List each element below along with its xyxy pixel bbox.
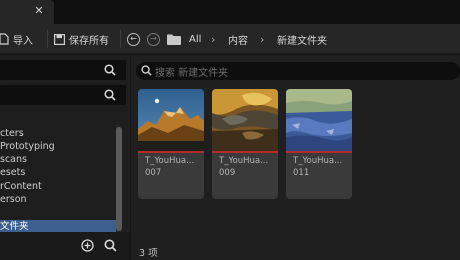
- add-circle-icon[interactable]: [81, 239, 94, 252]
- asset-type-bar: [212, 151, 278, 153]
- breadcrumb-new-folder[interactable]: 新建文件夹: [277, 31, 327, 47]
- asset-search-input[interactable]: 搜索 新建文件夹: [136, 62, 460, 80]
- asset-thumbnail: [286, 89, 352, 151]
- tree-item[interactable]: scans: [0, 153, 27, 166]
- save-icon: [54, 33, 65, 45]
- scrollbar-thumb[interactable]: [116, 127, 122, 231]
- folder-search-field[interactable]: [0, 85, 126, 105]
- save-all-label: 保存所有: [69, 35, 109, 47]
- item-count: 3 项: [139, 248, 158, 259]
- back-button[interactable]: ←: [127, 31, 140, 47]
- forward-arrow-icon: →: [147, 32, 160, 46]
- search-icon[interactable]: [104, 239, 117, 252]
- asset-name-suffix: 011: [293, 168, 310, 178]
- close-icon[interactable]: ✕: [33, 5, 45, 17]
- tree-item[interactable]: erson: [0, 193, 27, 206]
- import-icon: [0, 33, 9, 45]
- breadcrumb-all[interactable]: All: [189, 31, 201, 47]
- asset-type-bar: [286, 151, 352, 153]
- breadcrumb-label: 内容: [228, 35, 248, 47]
- forward-button[interactable]: →: [147, 31, 160, 47]
- asset-name-suffix: 007: [145, 168, 162, 178]
- folder-icon: [167, 34, 181, 45]
- sources-search-field[interactable]: [0, 60, 126, 80]
- asset-thumbnail: [138, 89, 204, 151]
- asset-tile[interactable]: T_YouHua... 011: [286, 89, 352, 199]
- tab-bar: ✕: [0, 0, 460, 24]
- sources-panel: cters Prototyping scans esets rContent e…: [0, 55, 130, 260]
- breadcrumb-content[interactable]: 内容: [228, 31, 248, 47]
- chevron-right-icon[interactable]: ›: [260, 31, 264, 47]
- content-browser-tab[interactable]: ✕: [0, 0, 54, 24]
- tree-item[interactable]: Prototyping: [0, 140, 55, 153]
- asset-name: T_YouHua...: [219, 156, 269, 166]
- tree-item[interactable]: esets: [0, 166, 25, 179]
- tree-item[interactable]: cters: [0, 127, 24, 140]
- toolbar-divider: [120, 30, 121, 48]
- search-icon[interactable]: [104, 64, 116, 76]
- search-placeholder: 搜索 新建文件夹: [155, 68, 229, 79]
- breadcrumb-label: 新建文件夹: [277, 35, 327, 47]
- sources-footer: [0, 232, 130, 260]
- folder-button[interactable]: [167, 31, 181, 47]
- asset-type-bar: [138, 151, 204, 153]
- tree-item[interactable]: rContent: [0, 180, 42, 193]
- search-icon: [141, 65, 152, 76]
- chevron-right-icon[interactable]: ›: [211, 31, 215, 47]
- asset-name: T_YouHua...: [145, 156, 195, 166]
- import-button[interactable]: 导入: [0, 31, 33, 47]
- asset-name: T_YouHua...: [293, 156, 343, 166]
- toolbar: 导入 保存所有 ← → All › 内容 › 新建文件夹: [0, 24, 460, 54]
- search-icon[interactable]: [104, 89, 116, 101]
- breadcrumb-label: All: [189, 33, 202, 45]
- asset-view: 搜索 新建文件夹 T_YouHua... 007 T_YouHua... 009…: [131, 55, 460, 260]
- asset-name-suffix: 009: [219, 168, 236, 178]
- asset-tile[interactable]: T_YouHua... 009: [212, 89, 278, 199]
- back-arrow-icon: ←: [127, 32, 140, 46]
- toolbar-divider: [47, 30, 48, 48]
- asset-tile[interactable]: T_YouHua... 007: [138, 89, 204, 199]
- import-label: 导入: [13, 35, 33, 47]
- asset-thumbnail: [212, 89, 278, 151]
- save-all-button[interactable]: 保存所有: [54, 31, 109, 47]
